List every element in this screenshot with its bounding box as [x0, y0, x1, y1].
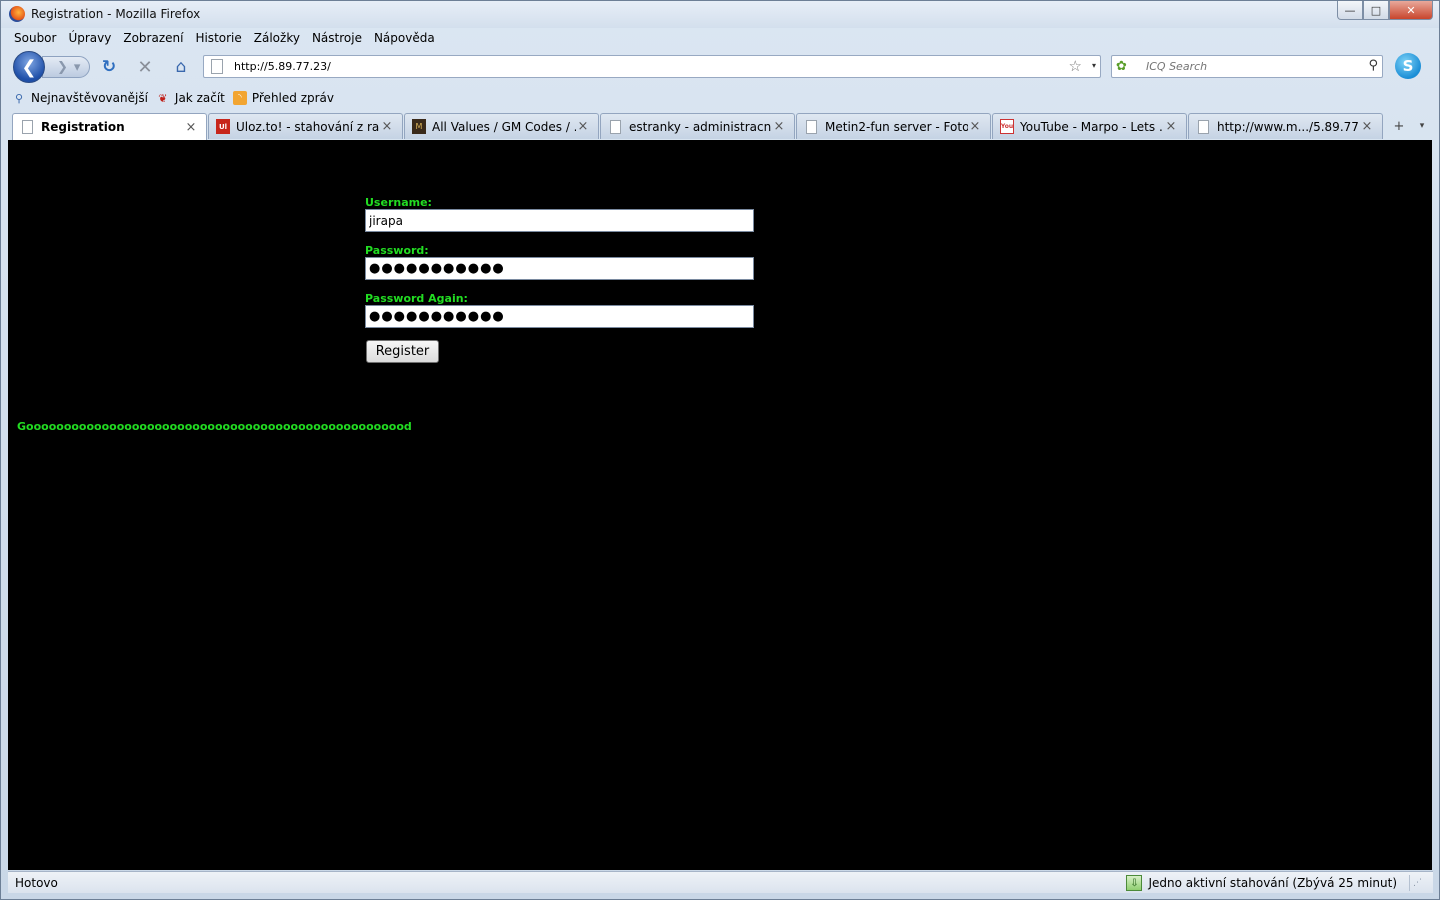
page-icon [211, 59, 223, 74]
status-right-panel: ⇩ Jedno aktivní stahování (Zbývá 25 minu… [1126, 873, 1425, 893]
bookmarks-bar: ⚲ Nejnavštěvovanější ❦ Jak začít ◝ Přehl… [8, 87, 1433, 109]
tab-label: estranky - administracni ... [629, 119, 772, 134]
minimize-button[interactable]: — [1337, 1, 1363, 20]
status-text: Hotovo [15, 876, 58, 890]
response-message: Gooooooooooooooooooooooooooooooooooooooo… [17, 420, 412, 433]
bookmark-star-icon[interactable]: ☆ [1069, 57, 1082, 75]
tab-label: All Values / GM Codes / ... [432, 119, 576, 134]
metin-favicon-icon: M [412, 119, 426, 134]
bookmark-news-feed[interactable]: ◝ Přehled zpráv [232, 87, 334, 109]
bookmark-label: Nejnavštěvovanější [31, 91, 148, 105]
resize-grip-icon[interactable]: ⋰ [1409, 875, 1425, 891]
tab-close-icon[interactable]: × [576, 119, 590, 134]
username-label: Username: [365, 196, 432, 209]
title-bar: Registration - Mozilla Firefox — □ ✕ [1, 1, 1439, 28]
back-button[interactable]: ❮ [13, 51, 45, 83]
maximize-button[interactable]: □ [1363, 1, 1389, 20]
page-icon [806, 119, 817, 134]
menu-bar: Soubor Úpravy Zobrazení Historie Záložky… [8, 29, 1433, 49]
bookmark-label: Jak začít [174, 91, 225, 105]
bookmark-label: Přehled zpráv [251, 91, 334, 105]
download-status[interactable]: Jedno aktivní stahování (Zbývá 25 minut) [1148, 876, 1397, 890]
tab-close-icon[interactable]: × [1360, 119, 1374, 134]
getting-started-icon: ❦ [158, 91, 168, 105]
close-window-button[interactable]: ✕ [1389, 1, 1433, 20]
tab-registration[interactable]: Registration × [12, 113, 207, 140]
tab-label: Registration [41, 120, 125, 134]
reload-icon[interactable]: ↻ [98, 56, 120, 78]
tab-metin2-fun[interactable]: Metin2-fun server - Foto... × [796, 113, 991, 139]
password-again-input[interactable] [365, 305, 754, 328]
url-text[interactable]: http://5.89.77.23/ [234, 60, 331, 73]
menu-napoveda[interactable]: Nápověda [368, 29, 441, 49]
username-input[interactable] [365, 209, 754, 232]
tab-uloz[interactable]: Ul Uloz.to! - stahování z rapi... × [208, 113, 403, 139]
navigation-toolbar: ❯ ▾ ❮ ↻ ✕ ⌂ http://5.89.77.23/ ☆ ▾ ✿ ⚲ S [8, 49, 1433, 85]
password-input[interactable] [365, 257, 754, 280]
page-icon [1198, 119, 1209, 134]
search-input[interactable] [1146, 60, 1366, 73]
page-content: Username: Password: Password Again: Regi… [8, 140, 1432, 870]
search-icon[interactable]: ⚲ [1368, 58, 1378, 73]
menu-upravy[interactable]: Úpravy [62, 29, 117, 49]
tab-close-icon[interactable]: × [380, 119, 394, 134]
tab-close-icon[interactable]: × [968, 119, 982, 134]
rss-icon: ◝ [232, 91, 247, 105]
tab-close-icon[interactable]: × [1164, 119, 1178, 134]
tab-close-icon[interactable]: × [184, 120, 198, 135]
registration-form: Username: Password: Password Again: Regi… [365, 196, 755, 363]
menu-soubor[interactable]: Soubor [8, 29, 62, 49]
menu-nastroje[interactable]: Nástroje [306, 29, 368, 49]
tab-close-icon[interactable]: × [772, 119, 786, 134]
search-bar[interactable]: ✿ ⚲ [1111, 55, 1383, 78]
history-dropdown-icon[interactable]: ▾ [74, 60, 81, 75]
new-tab-icon[interactable]: + [1388, 114, 1410, 138]
home-icon[interactable]: ⌂ [170, 56, 192, 78]
menu-zobrazeni[interactable]: Zobrazení [117, 29, 189, 49]
url-dropdown-icon[interactable]: ▾ [1092, 61, 1096, 70]
forward-arrow-icon: ❯ [57, 59, 68, 75]
download-icon[interactable]: ⇩ [1126, 875, 1143, 891]
tab-label: Metin2-fun server - Foto... [825, 119, 968, 134]
bookmark-getting-started[interactable]: ❦ Jak začít [156, 87, 225, 109]
bookmark-most-visited[interactable]: ⚲ Nejnavštěvovanější [12, 87, 148, 109]
address-bar[interactable]: http://5.89.77.23/ ☆ ▾ [203, 55, 1101, 78]
browser-window: Registration - Mozilla Firefox — □ ✕ Sou… [0, 0, 1440, 900]
tab-gm-codes[interactable]: M All Values / GM Codes / ... × [404, 113, 599, 139]
tab-label: Uloz.to! - stahování z rapi... [236, 119, 380, 134]
menu-historie[interactable]: Historie [189, 29, 247, 49]
uloz-favicon-icon: Ul [216, 119, 230, 134]
icq-engine-icon[interactable]: ✿ [1116, 59, 1142, 74]
tab-label: YouTube - Marpo - Lets ... [1020, 119, 1164, 134]
menu-zalozky[interactable]: Záložky [248, 29, 306, 49]
skype-icon[interactable]: S [1395, 53, 1421, 79]
forward-button[interactable]: ❯ ▾ [42, 56, 90, 78]
password-label: Password: [365, 244, 429, 257]
register-button[interactable]: Register [366, 340, 439, 363]
tab-label: http://www.m.../5.89.77.23 [1217, 119, 1360, 134]
window-controls: — □ ✕ [1337, 1, 1433, 20]
most-visited-icon: ⚲ [14, 91, 24, 105]
page-icon [610, 119, 621, 134]
tab-estranky[interactable]: estranky - administracni ... × [600, 113, 795, 139]
firefox-logo-icon [9, 6, 25, 22]
stop-icon[interactable]: ✕ [134, 56, 156, 78]
youtube-favicon-icon: You [1000, 119, 1014, 134]
password-again-label: Password Again: [365, 292, 468, 305]
tab-ip-address[interactable]: http://www.m.../5.89.77.23 × [1188, 113, 1383, 139]
tab-youtube[interactable]: You YouTube - Marpo - Lets ... × [992, 113, 1187, 139]
status-bar: Hotovo ⇩ Jedno aktivní stahování (Zbývá … [8, 871, 1433, 893]
tab-list-dropdown-icon[interactable]: ▾ [1412, 114, 1432, 138]
tab-strip: Registration × Ul Uloz.to! - stahování z… [8, 112, 1433, 140]
window-title: Registration - Mozilla Firefox [31, 7, 201, 21]
page-icon [22, 120, 33, 134]
